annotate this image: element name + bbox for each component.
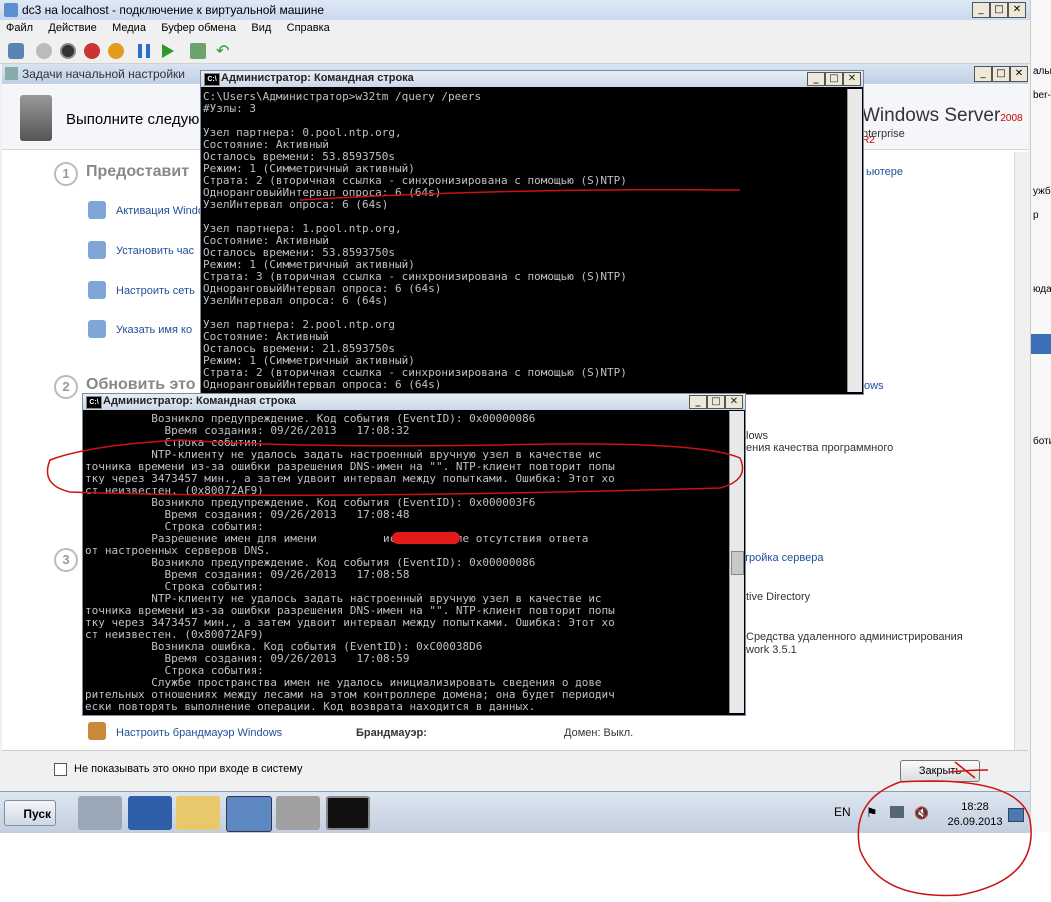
error-ellipse-annotation bbox=[46, 439, 744, 496]
close-button-annotation bbox=[949, 761, 989, 779]
annotation-overlay bbox=[46, 188, 1032, 897]
clock-circle-annotation bbox=[857, 780, 1032, 897]
underline-annotation bbox=[299, 188, 741, 201]
